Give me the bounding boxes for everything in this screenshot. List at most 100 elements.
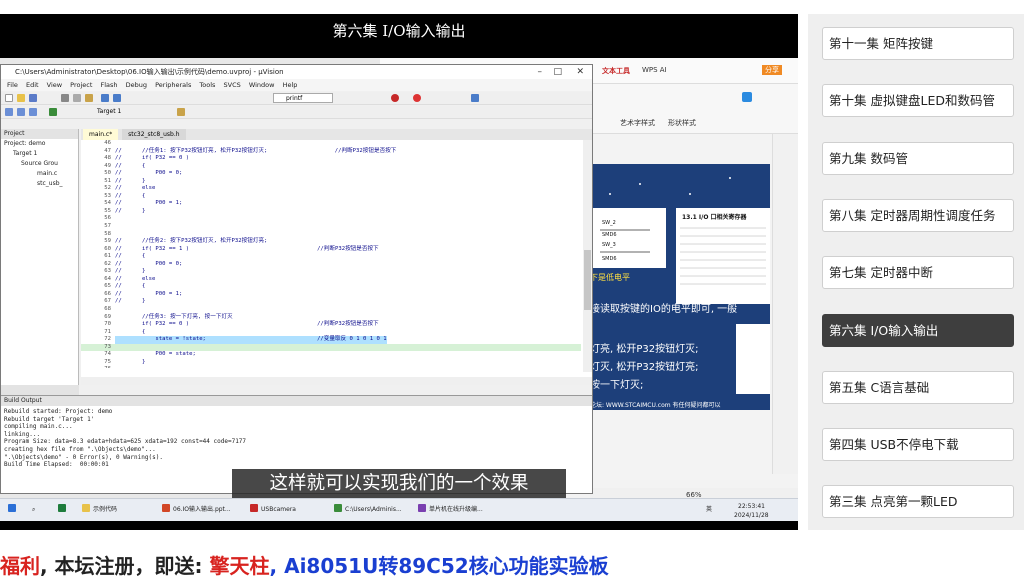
tree-stc-usb[interactable]: stc_usb_ xyxy=(1,179,78,189)
episode-item[interactable]: 第九集 数码管 xyxy=(822,141,1014,175)
maximize-button[interactable]: □ xyxy=(553,65,562,79)
code-line[interactable]: 66 // P00 = 1; xyxy=(81,291,581,299)
episode-item[interactable]: 第八集 定时器周期性调度任务 xyxy=(822,198,1014,232)
taskbar-app-excel-icon[interactable] xyxy=(58,504,69,516)
menu-window[interactable]: Window xyxy=(249,81,275,89)
download-icon[interactable] xyxy=(49,108,57,116)
code-line[interactable]: 70 if( P32 == 0 ) //判断P32按钮是否按下 xyxy=(81,321,581,329)
menu-tools[interactable]: Tools xyxy=(199,81,215,89)
shape-style-button[interactable]: 形状样式 xyxy=(668,118,696,128)
episode-item[interactable]: 第十一集 矩阵按键 xyxy=(822,27,1014,60)
menu-peripherals[interactable]: Peripherals xyxy=(155,81,191,89)
code-line[interactable]: 51 // } xyxy=(81,178,581,186)
code-line[interactable]: 63 // } xyxy=(81,268,581,276)
close-button[interactable]: ✕ xyxy=(576,65,584,79)
episode-item[interactable]: 第六集 I/O输入输出 xyxy=(822,313,1014,347)
menu-file[interactable]: File xyxy=(7,81,18,89)
find-combo[interactable]: printf xyxy=(273,93,333,103)
tab-main-c[interactable]: main.c* xyxy=(83,129,119,140)
tab-stc-usb-h[interactable]: stc32_stc8_usb.h xyxy=(122,129,186,140)
cut-icon[interactable] xyxy=(61,94,69,102)
code-line[interactable]: 68 xyxy=(81,306,581,314)
code-line[interactable]: 62 // P00 = 0; xyxy=(81,261,581,269)
promo-board-link[interactable]: , Ai8051U转89C52核心功能实验板 xyxy=(270,554,609,578)
code-line[interactable]: 56 xyxy=(81,215,581,223)
taskbar-item-isp[interactable]: 单片机在线升级编... xyxy=(418,504,483,516)
start-button[interactable] xyxy=(8,504,19,516)
menu-project[interactable]: Project xyxy=(70,81,92,89)
minimize-button[interactable]: – xyxy=(538,65,543,79)
code-line[interactable]: 47 // //任务1: 按下P32按钮灯亮, 松开P32按钮灯灭; //判断P3… xyxy=(81,148,581,156)
menu-svcs[interactable]: SVCS xyxy=(224,81,241,89)
tree-main-c[interactable]: main.c xyxy=(1,169,78,179)
episode-item[interactable]: 第三集 点亮第一颗LED xyxy=(822,485,1014,519)
episode-item[interactable]: 第四集 USB不停电下载 xyxy=(822,428,1014,462)
code-line[interactable]: 46 xyxy=(81,140,581,148)
project-panel-tabs[interactable] xyxy=(1,385,79,395)
episode-item[interactable]: 第十集 虚拟键盘LED和数码管 xyxy=(822,84,1014,118)
window-layout-icon[interactable] xyxy=(471,94,479,102)
new-file-icon[interactable] xyxy=(5,94,13,102)
video-player[interactable]: 第六集 I/O输入输出 文本工具 WPS AI 分享 艺术字样式 形状样式 13… xyxy=(0,14,798,530)
debug-start-icon[interactable] xyxy=(391,94,399,102)
wps-tab-text-tools[interactable]: 文本工具 xyxy=(602,66,630,76)
tree-project[interactable]: Project: demo xyxy=(1,139,78,149)
tree-target[interactable]: Target 1 xyxy=(1,149,78,159)
menu-help[interactable]: Help xyxy=(283,81,298,89)
editor-vertical-scrollbar[interactable] xyxy=(583,140,592,372)
menu-debug[interactable]: Debug xyxy=(126,81,147,89)
save-icon[interactable] xyxy=(29,94,37,102)
menu-flash[interactable]: Flash xyxy=(100,81,117,89)
code-line[interactable]: 76 xyxy=(81,366,581,368)
episode-item[interactable]: 第五集 C语言基础 xyxy=(822,370,1014,404)
redo-icon[interactable] xyxy=(113,94,121,102)
code-line[interactable]: 74 P00 = state; xyxy=(81,351,581,359)
taskbar-item-uvision[interactable]: C:\Users\Adminis... xyxy=(334,504,402,516)
code-line[interactable]: 60 // if( P32 == 1 ) //判断P32按钮是否按下 xyxy=(81,246,581,254)
code-line[interactable]: 53 // { xyxy=(81,193,581,201)
code-line[interactable]: 61 // { xyxy=(81,253,581,261)
input-language-indicator[interactable]: 英 xyxy=(706,504,712,516)
code-line[interactable]: 64 // else xyxy=(81,276,581,284)
scroll-thumb[interactable] xyxy=(584,250,591,310)
breakpoint-icon[interactable] xyxy=(413,94,421,102)
taskbar-item-ppt[interactable]: 06.IO输入输出.ppt... xyxy=(162,504,231,516)
translate-icon[interactable] xyxy=(5,108,13,116)
paste-icon[interactable] xyxy=(85,94,93,102)
code-line[interactable]: 69 //任务3: 按一下灯亮, 按一下灯灭 xyxy=(81,314,581,322)
promo-banner[interactable]: 福利, 本坛注册，即送: 擎天柱, Ai8051U转89C52核心功能实验板 xyxy=(0,553,1024,580)
menu-edit[interactable]: Edit xyxy=(26,81,39,89)
code-line[interactable]: 48 // if( P32 == 0 ) xyxy=(81,155,581,163)
episode-item[interactable]: 第七集 定时器中断 xyxy=(822,256,1014,290)
code-editor[interactable]: main.c* stc32_stc8_usb.h 46 47 // //任务1: 按… xyxy=(81,129,592,385)
target-select[interactable]: Target 1 xyxy=(97,108,121,115)
build-icon[interactable] xyxy=(17,108,25,116)
copy-icon[interactable] xyxy=(73,94,81,102)
cloud-upload-icon[interactable] xyxy=(742,92,752,102)
share-button[interactable]: 分享 xyxy=(762,65,782,75)
code-line[interactable]: 67 // } xyxy=(81,298,581,306)
taskbar-item-folder[interactable]: 示例代码 xyxy=(82,504,117,516)
code-line[interactable]: 55 // } xyxy=(81,208,581,216)
code-line[interactable]: 72 state = !state; //变量取反 0 1 0 1 0 1 xyxy=(81,336,581,344)
menu-view[interactable]: View xyxy=(47,81,62,89)
code-line[interactable]: 50 // P00 = 0; xyxy=(81,170,581,178)
options-for-target-icon[interactable] xyxy=(177,108,185,116)
code-line[interactable]: 57 xyxy=(81,223,581,231)
tree-source-group[interactable]: Source Grou xyxy=(1,159,78,169)
code-line[interactable]: 73 xyxy=(81,343,581,352)
wordart-style-button[interactable]: 艺术字样式 xyxy=(620,118,655,128)
search-icon[interactable]: ⌕ xyxy=(32,504,35,516)
code-line[interactable]: 75 } xyxy=(81,359,581,367)
code-line[interactable]: 58 xyxy=(81,231,581,239)
open-file-icon[interactable] xyxy=(17,94,25,102)
code-line[interactable]: 52 // else xyxy=(81,185,581,193)
code-line[interactable]: 49 // { xyxy=(81,163,581,171)
taskbar-item-usbcamera[interactable]: USBcamera xyxy=(250,504,296,516)
rebuild-icon[interactable] xyxy=(29,108,37,116)
code-line[interactable]: 59 // //任务2: 按下P32按钮灯灭, 松开P32按钮灯亮; xyxy=(81,238,581,246)
code-area[interactable]: 46 47 // //任务1: 按下P32按钮灯亮, 松开P32按钮灯灭; //判断… xyxy=(81,140,581,368)
code-line[interactable]: 65 // { xyxy=(81,283,581,291)
undo-icon[interactable] xyxy=(101,94,109,102)
editor-horizontal-scrollbar[interactable] xyxy=(81,377,592,385)
